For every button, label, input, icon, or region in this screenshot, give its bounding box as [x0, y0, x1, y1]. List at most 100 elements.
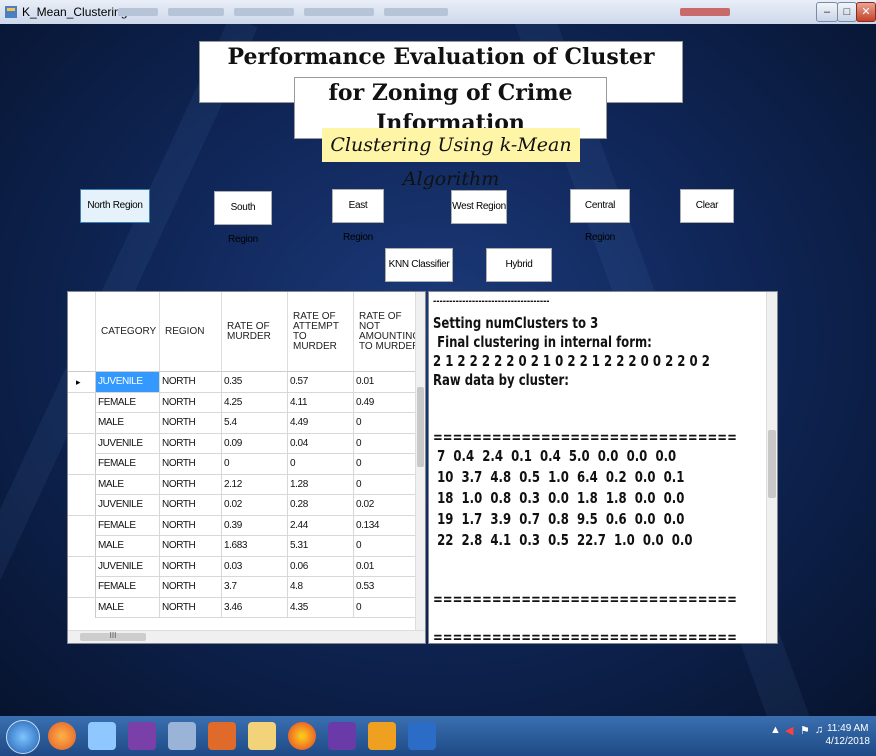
table-cell[interactable]: 2.44 — [288, 515, 354, 536]
table-cell[interactable]: NORTH — [160, 515, 222, 536]
table-cell[interactable]: 0.01 — [354, 372, 416, 392]
table-cell[interactable]: 4.49 — [288, 413, 354, 433]
table-cell[interactable]: 5.4 — [222, 413, 288, 433]
row-header[interactable] — [68, 536, 96, 556]
table-cell[interactable]: 0.57 — [288, 372, 354, 392]
table-cell[interactable]: 0.09 — [222, 433, 288, 454]
table-cell[interactable]: FEMALE — [96, 392, 160, 413]
table-cell[interactable]: 4.25 — [222, 392, 288, 413]
table-cell[interactable]: 0 — [354, 474, 416, 495]
table-cell[interactable]: MALE — [96, 536, 160, 556]
tray-flag-icon[interactable]: ◀ — [785, 724, 793, 737]
visual-studio-icon[interactable] — [128, 722, 156, 750]
table-cell[interactable]: NORTH — [160, 413, 222, 433]
table-cell[interactable]: 5.31 — [288, 536, 354, 556]
table-cell[interactable]: NORTH — [160, 597, 222, 618]
table-cell[interactable]: MALE — [96, 474, 160, 495]
table-cell[interactable]: 3.46 — [222, 597, 288, 618]
table-cell[interactable]: 0 — [288, 454, 354, 474]
table-cell[interactable]: 2.12 — [222, 474, 288, 495]
row-header[interactable] — [68, 474, 96, 495]
table-cell[interactable]: 1.28 — [288, 474, 354, 495]
table-row[interactable]: MALE NORTH 2.12 1.28 0 — [68, 474, 416, 495]
table-cell[interactable]: 1.683 — [222, 536, 288, 556]
maximize-button[interactable]: □ — [837, 2, 857, 22]
table-cell[interactable]: JUVENILE — [96, 495, 160, 515]
close-button[interactable]: ✕ — [856, 2, 876, 22]
table-cell[interactable]: FEMALE — [96, 515, 160, 536]
table-row[interactable]: MALE NORTH 1.683 5.31 0 — [68, 536, 416, 557]
central-region-button[interactable]: Central Region — [570, 189, 630, 243]
file-tool-icon[interactable] — [88, 722, 116, 750]
row-header[interactable] — [68, 515, 96, 536]
table-cell[interactable]: 0.01 — [354, 556, 416, 577]
firefox-icon[interactable] — [48, 722, 76, 750]
table-cell[interactable]: 0.134 — [354, 515, 416, 536]
south-region-button[interactable]: South Region — [214, 191, 272, 245]
table-cell[interactable]: 0 — [354, 597, 416, 618]
table-cell[interactable]: 4.11 — [288, 392, 354, 413]
west-region-button[interactable]: West Region — [451, 190, 507, 224]
tool-icon[interactable] — [168, 722, 196, 750]
word-icon[interactable] — [408, 722, 436, 750]
table-row[interactable]: FEMALE NORTH 0 0 0 — [68, 454, 416, 475]
table-cell[interactable]: JUVENILE — [96, 372, 160, 392]
grid-horizontal-scrollbar[interactable]: III — [68, 630, 425, 643]
row-header[interactable] — [68, 556, 96, 577]
output-vertical-scrollbar[interactable] — [766, 292, 777, 643]
tray-volume-icon[interactable]: ♫ — [815, 724, 823, 736]
office-icon[interactable] — [368, 722, 396, 750]
grid-vertical-scrollbar[interactable] — [415, 292, 425, 631]
chrome-icon[interactable] — [288, 722, 316, 750]
knn-classifier-button[interactable]: KNN Classifier — [385, 248, 453, 282]
visual-studio-app-icon[interactable] — [328, 722, 356, 750]
table-cell[interactable]: NORTH — [160, 556, 222, 577]
table-row[interactable]: JUVENILE NORTH 0.03 0.06 0.01 — [68, 556, 416, 577]
folder-icon[interactable] — [248, 722, 276, 750]
table-cell[interactable]: 0.03 — [222, 556, 288, 577]
start-button-icon[interactable] — [6, 720, 40, 754]
table-cell[interactable]: MALE — [96, 597, 160, 618]
table-cell[interactable]: 0 — [354, 536, 416, 556]
table-row[interactable]: FEMALE NORTH 3.7 4.8 0.53 — [68, 577, 416, 598]
minimize-button[interactable]: – — [816, 2, 838, 22]
row-header[interactable]: ▸ — [68, 372, 96, 392]
grid-horizontal-thumb[interactable]: III — [80, 632, 146, 641]
matlab-icon[interactable] — [208, 722, 236, 750]
tray-network-icon[interactable]: ⚑ — [800, 724, 810, 737]
row-header[interactable] — [68, 454, 96, 474]
output-vertical-thumb[interactable] — [768, 430, 776, 498]
table-cell[interactable]: FEMALE — [96, 577, 160, 597]
table-cell[interactable]: FEMALE — [96, 454, 160, 474]
table-row[interactable]: MALE NORTH 5.4 4.49 0 — [68, 413, 416, 434]
column-header[interactable]: RATE OF NOT AMOUNTING TO MURDER — [354, 292, 420, 371]
table-cell[interactable]: 0.28 — [288, 495, 354, 515]
row-header[interactable] — [68, 495, 96, 515]
row-header[interactable] — [68, 433, 96, 454]
table-row[interactable]: JUVENILE NORTH 0.02 0.28 0.02 — [68, 495, 416, 516]
table-row[interactable]: FEMALE NORTH 0.39 2.44 0.134 — [68, 515, 416, 536]
table-cell[interactable]: JUVENILE — [96, 556, 160, 577]
table-cell[interactable]: 4.35 — [288, 597, 354, 618]
table-cell[interactable]: NORTH — [160, 433, 222, 454]
table-cell[interactable]: MALE — [96, 413, 160, 433]
column-header[interactable]: CATEGORY — [96, 292, 160, 371]
taskbar-clock[interactable]: 11:49 AM 4/12/2018 — [826, 722, 871, 748]
table-row[interactable]: MALE NORTH 3.46 4.35 0 — [68, 597, 416, 618]
table-cell[interactable]: NORTH — [160, 474, 222, 495]
table-cell[interactable]: 0.02 — [222, 495, 288, 515]
table-cell[interactable]: 0.49 — [354, 392, 416, 413]
window-title-bar[interactable]: K_Mean_Clustering – □ ✕ — [0, 0, 876, 24]
table-cell[interactable]: 0 — [354, 433, 416, 454]
east-region-button[interactable]: East Region — [332, 189, 384, 243]
column-header[interactable]: RATE OF MURDER — [222, 292, 288, 371]
table-cell[interactable]: 0.53 — [354, 577, 416, 597]
row-header[interactable] — [68, 577, 96, 597]
table-cell[interactable]: 0.04 — [288, 433, 354, 454]
crime-data-grid[interactable]: CATEGORY REGION RATE OF MURDER RATE OF A… — [67, 291, 426, 644]
table-cell[interactable]: 4.8 — [288, 577, 354, 597]
table-cell[interactable]: NORTH — [160, 392, 222, 413]
table-cell[interactable]: 0.06 — [288, 556, 354, 577]
row-header[interactable] — [68, 392, 96, 413]
table-cell[interactable]: 3.7 — [222, 577, 288, 597]
